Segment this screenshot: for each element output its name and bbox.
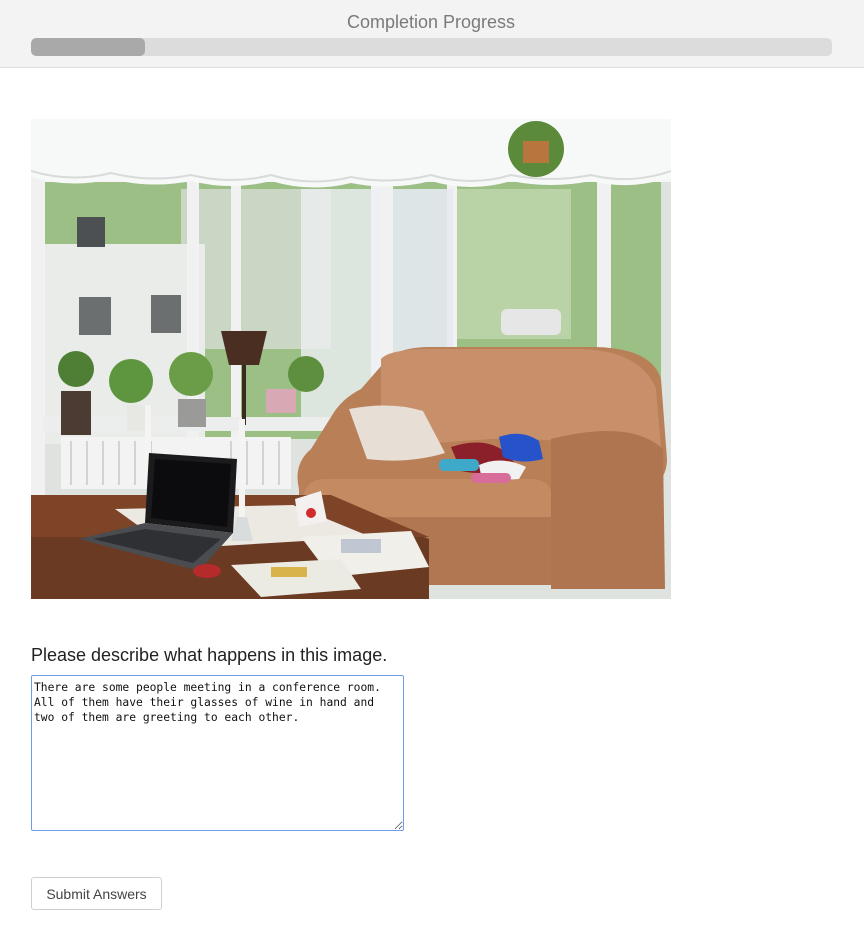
submit-answers-button[interactable]: Submit Answers: [31, 877, 162, 910]
living-room-photo: [31, 119, 671, 599]
question-prompt: Please describe what happens in this ima…: [31, 645, 388, 665]
progress-bar: [31, 38, 832, 56]
progress-bar-fill: [31, 38, 145, 56]
answer-textarea[interactable]: There are some people meeting in a confe…: [31, 675, 404, 831]
progress-header: Completion Progress: [0, 0, 864, 68]
progress-title: Completion Progress: [346, 12, 516, 32]
